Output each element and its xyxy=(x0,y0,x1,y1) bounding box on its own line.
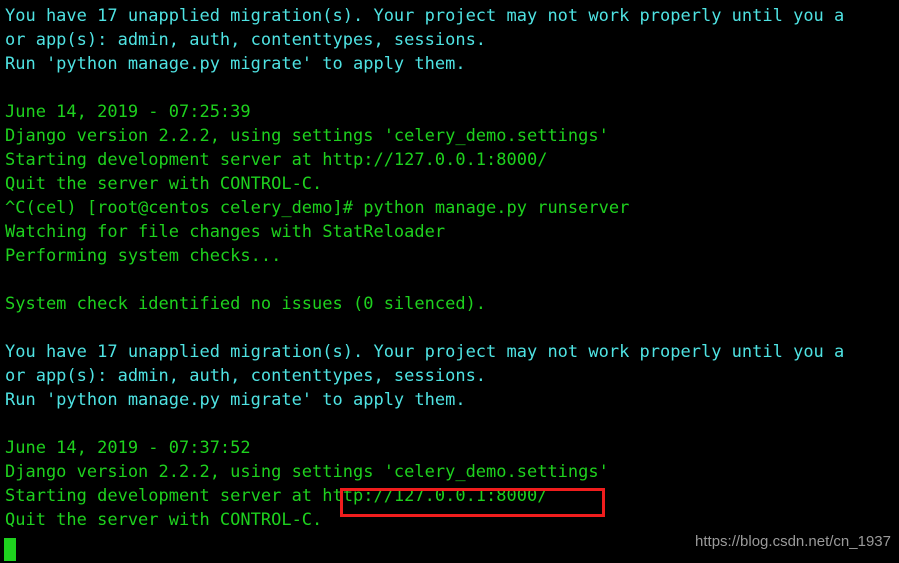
block-cursor xyxy=(4,538,16,561)
terminal-line: You have 17 unapplied migration(s). Your… xyxy=(5,6,845,26)
terminal-line: ^C(cel) [root@centos celery_demo]# pytho… xyxy=(5,198,630,218)
terminal-line: Performing system checks... xyxy=(5,246,282,266)
terminal-line: Run 'python manage.py migrate' to apply … xyxy=(5,54,466,74)
terminal-line: Quit the server with CONTROL-C. xyxy=(5,174,323,194)
terminal-output[interactable]: You have 17 unapplied migration(s). Your… xyxy=(5,4,899,532)
terminal-line: June 14, 2019 - 07:37:52 xyxy=(5,438,251,458)
terminal-line: System check identified no issues (0 sil… xyxy=(5,294,487,314)
terminal-line: June 14, 2019 - 07:25:39 xyxy=(5,102,251,122)
terminal-line: You have 17 unapplied migration(s). Your… xyxy=(5,342,845,362)
terminal-line: or app(s): admin, auth, contenttypes, se… xyxy=(5,30,487,50)
terminal-line: Quit the server with CONTROL-C. xyxy=(5,510,323,530)
terminal-line: Django version 2.2.2, using settings 'ce… xyxy=(5,462,609,482)
terminal-line: Starting development server at http://12… xyxy=(5,486,548,506)
terminal-line: Watching for file changes with StatReloa… xyxy=(5,222,446,242)
terminal-window[interactable]: You have 17 unapplied migration(s). Your… xyxy=(0,0,899,563)
terminal-line: Run 'python manage.py migrate' to apply … xyxy=(5,390,466,410)
terminal-line: Django version 2.2.2, using settings 'ce… xyxy=(5,126,609,146)
watermark-text: https://blog.csdn.net/cn_1937 xyxy=(695,533,891,550)
terminal-line: Starting development server at http://12… xyxy=(5,150,548,170)
terminal-line: or app(s): admin, auth, contenttypes, se… xyxy=(5,366,487,386)
